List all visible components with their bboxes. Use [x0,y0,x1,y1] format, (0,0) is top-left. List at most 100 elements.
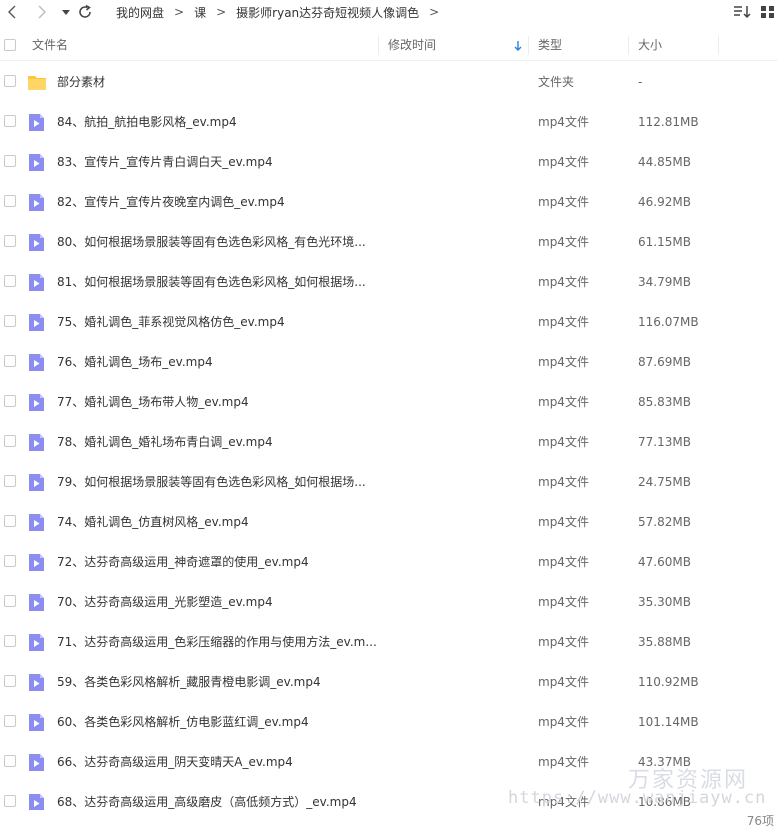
file-row[interactable]: 74、婚礼调色_仿直树风格_ev.mp4 mp4文件 57.82MB [0,502,778,542]
row-checkbox[interactable] [4,555,16,567]
file-size: 34.79MB [638,275,691,289]
file-type: mp4文件 [538,195,589,209]
file-row[interactable]: 79、如何根据场景服装等固有色选色彩风格_如何根据场... mp4文件 24.75M… [0,462,778,502]
file-type: mp4文件 [538,115,589,129]
forward-button[interactable] [32,3,50,21]
video-file-icon [27,553,46,572]
video-file-icon [27,193,46,212]
file-type: mp4文件 [538,355,589,369]
breadcrumb-item-root[interactable]: 我的网盘 [116,4,164,21]
file-name[interactable]: 75、婚礼调色_菲系视觉风格仿色_ev.mp4 [57,302,285,342]
row-checkbox[interactable] [4,795,16,807]
file-size: 85.83MB [638,395,691,409]
row-checkbox[interactable] [4,515,16,527]
file-row[interactable]: 78、婚礼调色_婚礼场布青白调_ev.mp4 mp4文件 77.13MB [0,422,778,462]
file-type: mp4文件 [538,595,589,609]
row-checkbox[interactable] [4,475,16,487]
chevron-right-icon [38,5,46,19]
file-row[interactable]: 77、婚礼调色_场布带人物_ev.mp4 mp4文件 85.83MB [0,382,778,422]
file-type: mp4文件 [538,635,589,649]
row-checkbox[interactable] [4,355,16,367]
column-modified[interactable]: 修改时间 [388,31,436,60]
file-row[interactable]: 82、宣传片_宣传片夜晚室内调色_ev.mp4 mp4文件 46.92MB [0,182,778,222]
row-checkbox[interactable] [4,195,16,207]
file-name[interactable]: 60、各类色彩风格解析_仿电影蓝红调_ev.mp4 [57,702,309,742]
file-name[interactable]: 59、各类色彩风格解析_藏服青橙电影调_ev.mp4 [57,662,321,702]
row-checkbox[interactable] [4,235,16,247]
file-row[interactable]: 75、婚礼调色_菲系视觉风格仿色_ev.mp4 mp4文件 116.07MB [0,302,778,342]
row-checkbox[interactable] [4,395,16,407]
column-type[interactable]: 类型 [538,31,562,60]
file-size: 44.85MB [638,155,691,169]
breadcrumb: 我的网盘 > 课 > 摄影师ryan达芬奇短视频人像调色 > [116,4,449,20]
file-row[interactable]: 60、各类色彩风格解析_仿电影蓝红调_ev.mp4 mp4文件 101.14MB [0,702,778,742]
history-dropdown-button[interactable] [57,3,75,21]
row-checkbox[interactable] [4,315,16,327]
video-file-icon [27,313,46,332]
video-file-icon [27,713,46,732]
file-name[interactable]: 部分素材 [57,62,105,102]
row-checkbox[interactable] [4,155,16,167]
file-row[interactable]: 83、宣传片_宣传片青白调白天_ev.mp4 mp4文件 44.85MB [0,142,778,182]
column-name[interactable]: 文件名 [32,31,68,60]
refresh-button[interactable] [76,3,94,21]
file-name[interactable]: 66、达芬奇高级运用_阴天变晴天A_ev.mp4 [57,742,293,782]
row-checkbox[interactable] [4,275,16,287]
file-name[interactable]: 78、婚礼调色_婚礼场布青白调_ev.mp4 [57,422,273,462]
file-type: mp4文件 [538,155,589,169]
file-name[interactable]: 84、航拍_航拍电影风格_ev.mp4 [57,102,237,142]
file-type: mp4文件 [538,715,589,729]
video-file-icon [27,513,46,532]
select-all-checkbox[interactable] [4,39,16,51]
column-header: 文件名 修改时间 类型 大小 [0,31,778,61]
file-row[interactable]: 76、婚礼调色_场布_ev.mp4 mp4文件 87.69MB [0,342,778,382]
video-file-icon [27,273,46,292]
file-name[interactable]: 82、宣传片_宣传片夜晚室内调色_ev.mp4 [57,182,285,222]
file-size: 87.69MB [638,355,691,369]
row-checkbox[interactable] [4,595,16,607]
file-name[interactable]: 68、达芬奇高级运用_高级磨皮（高低频方式）_ev.mp4 [57,782,357,810]
view-mode-button[interactable] [758,3,778,21]
file-name[interactable]: 71、达芬奇高级运用_色彩压缩器的作用与使用方法_ev.m... [57,622,377,662]
back-button[interactable] [4,3,22,21]
file-size: 46.92MB [638,195,691,209]
file-name[interactable]: 70、达芬奇高级运用_光影塑造_ev.mp4 [57,582,273,622]
file-name[interactable]: 81、如何根据场景服装等固有色选色彩风格_如何根据场... [57,262,366,302]
column-size[interactable]: 大小 [638,31,662,60]
file-size: 47.60MB [638,555,691,569]
file-type: mp4文件 [538,235,589,249]
file-name[interactable]: 83、宣传片_宣传片青白调白天_ev.mp4 [57,142,273,182]
column-divider [378,36,379,55]
video-file-icon [27,673,46,692]
file-name[interactable]: 76、婚礼调色_场布_ev.mp4 [57,342,213,382]
row-checkbox[interactable] [4,755,16,767]
file-row[interactable]: 84、航拍_航拍电影风格_ev.mp4 mp4文件 112.81MB [0,102,778,142]
row-checkbox[interactable] [4,675,16,687]
file-row[interactable]: 80、如何根据场景服装等固有色选色彩风格_有色光环境... mp4文件 61.15M… [0,222,778,262]
video-file-icon [27,473,46,492]
row-checkbox[interactable] [4,635,16,647]
file-row[interactable]: 部分素材 文件夹 - [0,62,778,102]
file-name[interactable]: 74、婚礼调色_仿直树风格_ev.mp4 [57,502,249,542]
row-checkbox[interactable] [4,435,16,447]
breadcrumb-item-current[interactable]: 摄影师ryan达芬奇短视频人像调色 [236,4,419,21]
view-controls [732,3,778,21]
file-row[interactable]: 71、达芬奇高级运用_色彩压缩器的作用与使用方法_ev.m... mp4文件 35.… [0,622,778,662]
file-row[interactable]: 81、如何根据场景服装等固有色选色彩风格_如何根据场... mp4文件 34.79M… [0,262,778,302]
file-type: mp4文件 [538,755,589,769]
file-row[interactable]: 70、达芬奇高级运用_光影塑造_ev.mp4 mp4文件 35.30MB [0,582,778,622]
sort-button[interactable] [732,3,752,21]
row-checkbox[interactable] [4,115,16,127]
file-name[interactable]: 80、如何根据场景服装等固有色选色彩风格_有色光环境... [57,222,366,262]
video-file-icon [27,353,46,372]
file-name[interactable]: 77、婚礼调色_场布带人物_ev.mp4 [57,382,249,422]
file-name[interactable]: 72、达芬奇高级运用_神奇遮罩的使用_ev.mp4 [57,542,309,582]
row-checkbox[interactable] [4,715,16,727]
breadcrumb-item-course[interactable]: 课 [194,4,206,21]
file-size: 61.15MB [638,235,691,249]
file-name[interactable]: 79、如何根据场景服装等固有色选色彩风格_如何根据场... [57,462,366,502]
row-checkbox[interactable] [4,75,16,87]
file-row[interactable]: 59、各类色彩风格解析_藏服青橙电影调_ev.mp4 mp4文件 110.92MB [0,662,778,702]
file-row[interactable]: 72、达芬奇高级运用_神奇遮罩的使用_ev.mp4 mp4文件 47.60MB [0,542,778,582]
file-size: 101.14MB [638,715,699,729]
